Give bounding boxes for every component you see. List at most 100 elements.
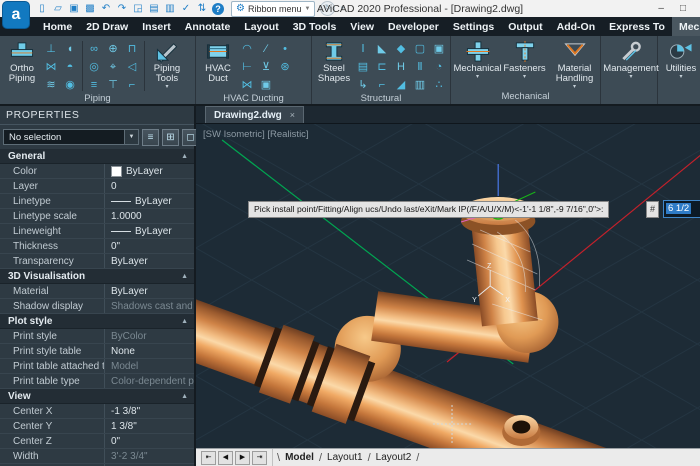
check-icon[interactable]: ✓ — [180, 1, 192, 16]
sync-icon[interactable]: ⇅ — [196, 1, 208, 16]
square-tube-icon[interactable]: ▢ — [412, 41, 428, 57]
pipe-anchor-icon[interactable]: ⌖ — [105, 59, 121, 75]
section-header[interactable]: 3D Visualisation▲ — [0, 269, 194, 284]
property-value[interactable]: ByLayer — [104, 224, 194, 238]
hbeam-column-icon[interactable]: Ⅱ — [412, 59, 428, 75]
property-value[interactable]: 3'-2 3/4" — [104, 449, 194, 463]
pig-launcher-icon[interactable]: ◖ — [62, 41, 78, 57]
material-handling-button[interactable]: Material Handling ▾ — [548, 39, 602, 90]
nav-first-button[interactable]: ⇤ — [201, 451, 216, 465]
acoustic-valve-icon[interactable]: ◁ — [124, 59, 140, 75]
app-logo-icon[interactable]: a — [2, 1, 30, 29]
channel-shape-icon[interactable]: ⊏ — [374, 59, 390, 75]
nav-next-button[interactable]: ▶ — [235, 451, 250, 465]
property-value[interactable]: 1 3/8" — [104, 419, 194, 433]
property-value[interactable]: 1.0000 — [104, 209, 194, 223]
bolt-group-icon[interactable]: ∴ — [431, 77, 447, 93]
pointer-input-hash-button[interactable]: # — [646, 201, 659, 218]
dropdown-arrow-icon[interactable]: ▼ — [124, 130, 138, 144]
property-value[interactable]: Color-dependent prin... — [104, 374, 194, 388]
minimize-button[interactable]: – — [658, 3, 664, 14]
base-plate-icon[interactable]: ▣ — [431, 41, 447, 57]
psd-valve-icon[interactable]: ⋈ — [43, 59, 59, 75]
property-value[interactable]: ByLayer — [104, 194, 194, 208]
section-header[interactable]: View▲ — [0, 389, 194, 404]
property-value[interactable]: 0 — [104, 179, 194, 193]
pipe-bend-icon[interactable]: ⌐ — [124, 77, 140, 93]
pickadd-button[interactable]: ⊞ — [162, 129, 179, 146]
section-header[interactable]: General▲ — [0, 149, 194, 164]
tab-insert[interactable]: Insert — [135, 17, 178, 36]
help-icon[interactable]: ? — [212, 3, 224, 15]
pipe-stand-icon[interactable]: ⊤ — [105, 77, 121, 93]
new-file-icon[interactable]: ▯ — [36, 1, 48, 16]
print-icon[interactable]: ▤ — [148, 1, 160, 16]
section-header[interactable]: Plot style▲ — [0, 314, 194, 329]
tree-view-button[interactable]: ≡ — [142, 129, 159, 146]
beam-section-icon[interactable]: ▥ — [412, 77, 428, 93]
property-value[interactable]: ByLayer — [104, 164, 194, 178]
valve-station-icon[interactable]: ⊕ — [105, 41, 121, 57]
page-setup-icon[interactable]: ▥ — [164, 1, 176, 16]
tab-2d-draw[interactable]: 2D Draw — [79, 17, 135, 36]
tab-layout[interactable]: Layout — [237, 17, 285, 36]
property-value[interactable]: Shadows cast and rec... — [104, 299, 194, 313]
globe-valve-icon[interactable]: ◎ — [86, 59, 102, 75]
property-value[interactable]: ByColor — [104, 329, 194, 343]
property-value[interactable]: -1 3/8" — [104, 404, 194, 418]
tab-express-to[interactable]: Express To — [602, 17, 672, 36]
tab-add-on[interactable]: Add-On — [550, 17, 603, 36]
bracket-icon[interactable]: ⌐ — [374, 77, 390, 93]
tab-annotate[interactable]: Annotate — [178, 17, 238, 36]
tab-output[interactable]: Output — [501, 17, 549, 36]
tab-developer[interactable]: Developer — [381, 17, 446, 36]
plate-shape-icon[interactable]: ◆ — [393, 41, 409, 57]
steel-shapes-button[interactable]: Steel Shapes — [314, 39, 354, 84]
viewport-canvas[interactable]: Z Y X — [196, 124, 700, 448]
print-preview-icon[interactable]: ◲ — [132, 1, 144, 16]
quarter-plate-icon[interactable]: ◔ — [431, 59, 447, 75]
bent-bar-icon[interactable]: ↳ — [355, 77, 371, 93]
hbeam-icon[interactable]: H — [393, 59, 409, 75]
property-value[interactable]: ByLayer — [104, 284, 194, 298]
duct-elbow-icon[interactable]: ◠ — [239, 41, 255, 57]
binoculars-icon[interactable]: ∞ — [86, 41, 102, 57]
mechanical-button[interactable]: Mechanical ▾ — [454, 39, 502, 80]
maximize-button[interactable]: □ — [680, 3, 686, 14]
angle-shape-icon[interactable]: ◣ — [374, 41, 390, 57]
ortho-piping-button[interactable]: Ortho Piping — [2, 39, 42, 84]
tab-home[interactable]: Home — [36, 17, 79, 36]
tab-3d-tools[interactable]: 3D Tools — [286, 17, 344, 36]
pipe-fitting-icon[interactable]: ⊥ — [43, 41, 59, 57]
save-as-icon[interactable]: ▩ — [84, 1, 96, 16]
property-value[interactable]: None — [104, 344, 194, 358]
property-value[interactable]: ByLayer — [104, 254, 194, 268]
duct-fan-icon[interactable]: ⊛ — [277, 59, 293, 75]
layout-tab-layout2[interactable]: Layout2 — [371, 452, 417, 463]
management-button[interactable]: Management ▾ — [605, 39, 657, 80]
redo-icon[interactable]: ↷ — [116, 1, 128, 16]
property-value[interactable]: Model — [104, 359, 194, 373]
tab-mech-q[interactable]: Mech-Q — [672, 17, 700, 36]
tab-view[interactable]: View — [343, 17, 381, 36]
ibeam-icon[interactable]: Ⅰ — [355, 41, 371, 57]
tank-dome-icon[interactable]: ◓ — [62, 59, 78, 75]
duct-box-icon[interactable]: ▣ — [258, 77, 274, 93]
selection-dropdown[interactable]: No selection ▼ — [3, 129, 139, 145]
layout-tab-model[interactable]: Model — [280, 452, 319, 463]
viewport-controls-label[interactable]: [SW Isometric] [Realistic] — [203, 129, 309, 140]
close-icon[interactable]: × — [290, 110, 295, 120]
ball-valve-icon[interactable]: ◉ — [62, 77, 78, 93]
tab-settings[interactable]: Settings — [446, 17, 501, 36]
pipe-hanger-icon[interactable]: ⊓ — [124, 41, 140, 57]
fasteners-button[interactable]: Fasteners ▾ — [503, 39, 547, 80]
dynamic-input-field[interactable]: 6 1/2 — [663, 200, 700, 218]
open-icon[interactable]: ▱ — [52, 1, 64, 16]
save-icon[interactable]: ▣ — [68, 1, 80, 16]
duct-damper-icon[interactable]: ⋈ — [239, 77, 255, 93]
grating-icon[interactable]: ▤ — [355, 59, 371, 75]
piping-tools-button[interactable]: Piping Tools ▾ — [147, 39, 187, 90]
nav-prev-button[interactable]: ◀ — [218, 451, 233, 465]
duct-support-icon[interactable]: ⊻ — [258, 59, 274, 75]
pipe-label-icon[interactable]: ≡ — [86, 77, 102, 93]
